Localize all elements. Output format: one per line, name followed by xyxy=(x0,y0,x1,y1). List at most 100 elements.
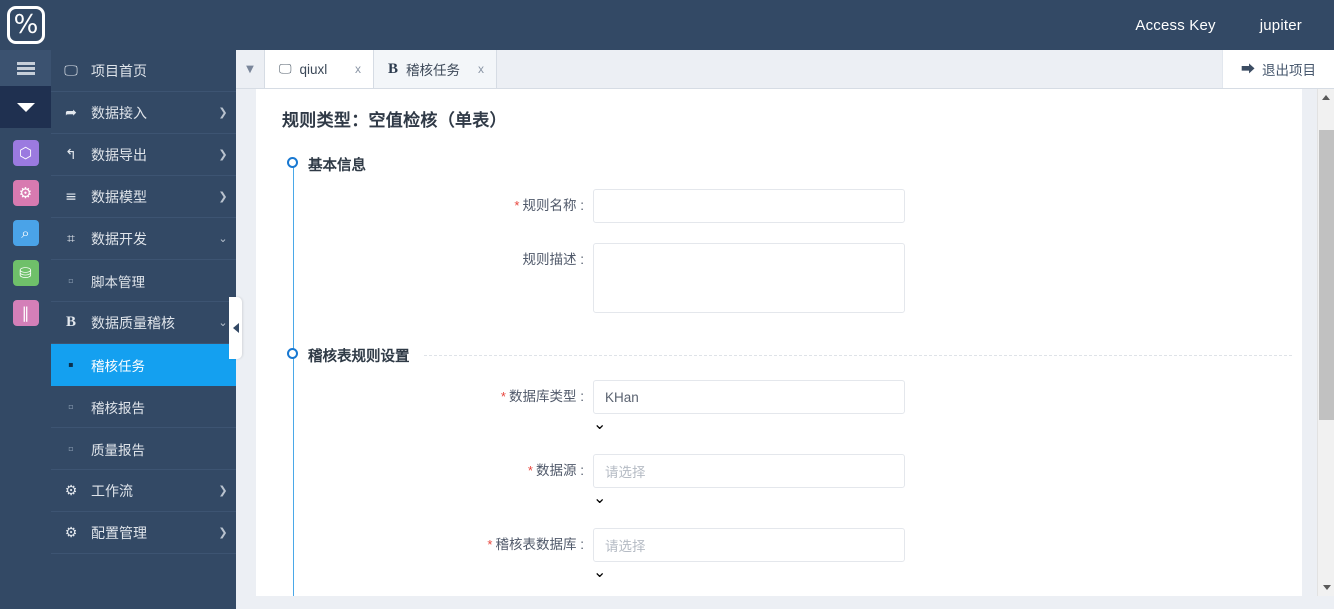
sidebar-item-label: 数据开发 xyxy=(91,230,147,247)
sidebar-menu: 🖵 项目首页 ➦ 数据接入 ❯ ↰ 数据导出 ❯ ≡ 数据模型 ❯ ⌗ 数据开发 ⌄ ▫ 脚本管理 B 数据质量稽… xyxy=(51,50,236,609)
select-数据源[interactable]: 请选择 ⌄ xyxy=(593,454,905,508)
form-sections: 基本信息 * 规则名称 : 规则描述 : 稽核表规则设置 * 数据库类型 : KHan ⌄ * 数据… xyxy=(286,153,1302,596)
tab-1[interactable]: B 稽核任务 x xyxy=(374,50,498,88)
tab-0[interactable]: 🖵 qiuxl x xyxy=(264,50,374,88)
sidebar-item-11[interactable]: ⚙ 配置管理 ❯ xyxy=(51,512,236,554)
sidebar-item-6[interactable]: B 数据质量稽核 ⌄ xyxy=(51,302,236,344)
folder-search-icon[interactable]: ⌕ xyxy=(12,220,39,246)
form-section-1: 稽核表规则设置 * 数据库类型 : KHan ⌄ * 数据源 : 请选择 ⌄ * 稽核表数据库 :请… xyxy=(286,344,1302,596)
select-value: KHan xyxy=(605,389,639,405)
select-稽核表数据库[interactable]: 请选择 ⌄ xyxy=(593,528,905,582)
sidebar-item-icon: ➦ xyxy=(65,104,77,121)
chevron-right-icon: ❯ xyxy=(218,148,228,161)
calendar-gear-icon[interactable]: ⚙ xyxy=(12,180,39,206)
sidebar-item-3[interactable]: ≡ 数据模型 ❯ xyxy=(51,176,236,218)
tab-icon: B xyxy=(388,60,399,77)
required-marker: * xyxy=(500,389,506,404)
sidebar-item-0[interactable]: 🖵 项目首页 xyxy=(51,50,236,92)
scroll-up-button[interactable] xyxy=(1318,89,1334,106)
sidebar-item-label: 数据质量稽核 xyxy=(91,314,175,331)
field-label: * 数据库类型 : xyxy=(286,380,593,414)
icon-rail: ⬡ ⚙ ⌕ ⛁ ‖ xyxy=(0,50,51,609)
chevron-right-icon: ❯ xyxy=(218,190,228,203)
sidebar-item-icon: ▫ xyxy=(68,276,74,285)
menu-toggle-button[interactable] xyxy=(0,50,51,86)
scroll-down-button[interactable] xyxy=(1318,579,1334,596)
user-menu[interactable]: jupiter xyxy=(1238,17,1334,34)
form-row: * 数据库类型 : KHan ⌄ xyxy=(286,380,1302,434)
select-box[interactable]: 请选择 xyxy=(593,528,905,562)
top-header: % Access Key jupiter xyxy=(0,0,1334,50)
tab-list-dropdown[interactable]: ▼ xyxy=(236,50,264,88)
select-box[interactable]: 请选择 xyxy=(593,454,905,488)
main-content: 规则类型：空值检核（单表） 基本信息 * 规则名称 : 规则描述 : 稽核表规则设置 * 数… xyxy=(256,89,1302,596)
sidebar-item-8[interactable]: ▫ 稽核报告 xyxy=(51,386,236,428)
sidebar-item-label: 数据接入 xyxy=(91,104,147,121)
scroll-up-arrow-icon xyxy=(1322,95,1330,100)
sidebar-item-9[interactable]: ▫ 质量报告 xyxy=(51,428,236,470)
sidebar-item-2[interactable]: ↰ 数据导出 ❯ xyxy=(51,134,236,176)
bar-chart-icon[interactable]: ‖ xyxy=(12,300,39,326)
sidebar-item-label: 数据导出 xyxy=(91,146,147,163)
logout-icon: ⮕ xyxy=(1241,62,1255,78)
tab-container: 🖵 qiuxl x B 稽核任务 x xyxy=(264,50,498,88)
sidebar-item-icon: ⚙ xyxy=(64,482,78,499)
section-title: 稽核表规则设置 xyxy=(308,348,410,365)
exit-project-button[interactable]: ⮕ 退出项目 xyxy=(1222,50,1334,88)
sidebar-item-label: 工作流 xyxy=(91,482,133,499)
sidebar-item-1[interactable]: ➦ 数据接入 ❯ xyxy=(51,92,236,134)
shield-icon[interactable]: ⬡ xyxy=(12,140,39,166)
sidebar-item-label: 质量报告 xyxy=(91,442,145,458)
app-root: % Access Key jupiter ⬡ ⚙ ⌕ ⛁ ‖ 🖵 项目首页 ➦ 数据接入 ❯ ↰ 数… xyxy=(0,0,1334,609)
timeline-marker-icon xyxy=(287,157,298,168)
form-section-0: 基本信息 * 规则名称 : 规则描述 : xyxy=(286,153,1302,318)
tab-icon: 🖵 xyxy=(279,61,292,77)
chevron-right-icon: ❯ xyxy=(218,526,228,539)
rail-icon-list: ⬡ ⚙ ⌕ ⛁ ‖ xyxy=(0,128,51,326)
sidebar-item-icon: ⚙ xyxy=(64,524,78,541)
database-icon[interactable]: ⛁ xyxy=(12,260,39,286)
field-label: * 稽核表数据库 : xyxy=(286,528,593,562)
tab-close-icon[interactable]: x xyxy=(345,62,361,76)
vertical-scrollbar[interactable] xyxy=(1317,89,1334,596)
section-divider xyxy=(423,354,1292,356)
rail-collapse-button[interactable] xyxy=(0,86,51,128)
chevron-down-icon: ⌄ xyxy=(593,490,607,507)
section-fields: *数据库类型 :KHan⌄*数据源 :请选择⌄*稽核表数据库 :请选择⌄*稽核表… xyxy=(286,366,1302,596)
tab-bar: ▼ 🖵 qiuxl x B 稽核任务 x ⮕ 退出项目 xyxy=(236,50,1334,89)
tab-label: qiuxl xyxy=(299,61,328,77)
scrollbar-thumb[interactable] xyxy=(1319,130,1334,420)
tab-close-icon[interactable]: x xyxy=(468,62,484,76)
chevron-left-icon xyxy=(232,323,239,333)
sidebar-item-5[interactable]: ▫ 脚本管理 xyxy=(51,260,236,302)
sidebar-item-4[interactable]: ⌗ 数据开发 ⌄ xyxy=(51,218,236,260)
exit-project-label: 退出项目 xyxy=(1262,63,1316,78)
section-header: 基本信息 xyxy=(286,153,1302,175)
field-label-text: 稽核表数据库 : xyxy=(495,537,584,552)
section-header: 稽核表规则设置 xyxy=(286,344,1302,366)
sidebar-collapse-handle[interactable] xyxy=(229,297,242,359)
field-label-text: 数据源 : xyxy=(535,463,584,478)
percent-logo-icon: % xyxy=(7,6,45,44)
app-logo[interactable]: % xyxy=(0,0,52,50)
chevron-down-icon: ⌄ xyxy=(218,232,228,245)
textarea-规则描述[interactable] xyxy=(593,243,905,313)
field-label-text: 规则描述 : xyxy=(522,252,584,267)
sidebar-item-label: 数据模型 xyxy=(91,188,147,205)
section-fields: * 规则名称 : 规则描述 : xyxy=(286,175,1302,318)
tabbar-spacer xyxy=(497,50,1222,88)
sidebar-item-icon: 🖵 xyxy=(64,62,78,79)
select-数据库类型[interactable]: KHan ⌄ xyxy=(593,380,905,434)
timeline-marker-icon xyxy=(287,348,298,359)
sidebar-item-7[interactable]: ▪ 稽核任务 xyxy=(51,344,236,386)
sidebar-item-label: 配置管理 xyxy=(91,524,147,541)
sidebar-item-10[interactable]: ⚙ 工作流 ❯ xyxy=(51,470,236,512)
select-box[interactable]: KHan xyxy=(593,380,905,414)
sidebar-item-icon: ⌗ xyxy=(67,230,75,247)
chevron-down-icon xyxy=(16,102,35,112)
sidebar-item-icon: ≡ xyxy=(65,188,77,205)
input-规则名称[interactable] xyxy=(593,189,905,223)
form-row: * 稽核表数据库 : 请选择 ⌄ xyxy=(286,528,1302,582)
field-label: * 数据源 : xyxy=(286,454,593,488)
access-key-link[interactable]: Access Key xyxy=(1113,17,1237,34)
